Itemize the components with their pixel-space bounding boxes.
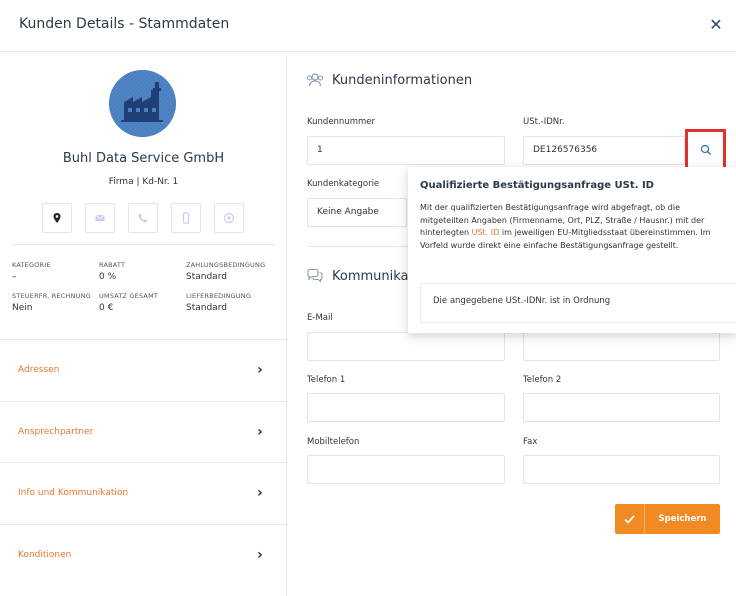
factory-icon [109, 70, 176, 137]
customer-summary-panel: Buhl Data Service GmbH Firma | Kd-Nr. 1 … [0, 53, 287, 596]
ustid-link[interactable]: USt. ID [472, 228, 500, 237]
save-button[interactable]: Speichern [615, 504, 720, 534]
users-icon [306, 72, 324, 88]
stat-kategorie: KATEGORIE – [12, 261, 51, 282]
telefon1-input[interactable] [307, 393, 505, 422]
email-secondary-input[interactable] [523, 332, 720, 361]
chevron-right-icon: › [257, 362, 263, 378]
location-icon[interactable] [42, 203, 72, 233]
kundenkategorie-label: Kundenkategorie [307, 179, 380, 189]
email-icon[interactable] [85, 203, 115, 233]
kundennummer-label: Kundennummer [307, 117, 375, 127]
ustid-label: USt.-IDNr. [523, 117, 565, 127]
nav-item-ansprechpartner[interactable]: Ansprechpartner › [0, 400, 287, 463]
telefon1-label: Telefon 1 [307, 375, 346, 385]
divider [12, 244, 275, 245]
stat-steuerfrei: STEUERFR. RECHNUNG Nein [12, 292, 91, 313]
mobile-icon[interactable] [171, 203, 201, 233]
email-input[interactable] [307, 332, 505, 361]
section-title-kundeninformationen: Kundeninformationen [332, 73, 473, 88]
dialog-header: Kunden Details - Stammdaten ✕ [0, 0, 736, 52]
dialog-title: Kunden Details - Stammdaten [19, 16, 230, 32]
search-icon[interactable] [685, 129, 726, 170]
stat-zahlungsbedingung: ZAHLUNGSBEDINGUNG Standard [186, 261, 266, 282]
nav-item-konditionen[interactable]: Konditionen › [0, 523, 287, 586]
stat-umsatz: UMSATZ GESAMT 0 € [99, 292, 159, 313]
stat-lieferbedingung: LIEFERBEDINGUNG Standard [186, 292, 252, 313]
section-nav: Adressen › Ansprechpartner › Info und Ko… [0, 339, 287, 585]
phone-icon[interactable] [128, 203, 158, 233]
telefon2-input[interactable] [523, 393, 720, 422]
company-name: Buhl Data Service GmbH [62, 151, 225, 166]
divider [307, 246, 408, 247]
fax-label: Fax [523, 437, 538, 447]
kundennummer-input[interactable]: 1 [307, 136, 505, 165]
stat-rabatt: RABATT 0 % [99, 261, 126, 282]
telefon2-label: Telefon 2 [523, 375, 562, 385]
verification-result: Die angegebene USt.-IDNr. ist in Ordnung [420, 283, 736, 323]
popover-title: Qualifizierte Bestätigungsanfrage USt. I… [420, 180, 654, 191]
chevron-right-icon: › [257, 423, 263, 440]
company-subtitle: Firma | Kd-Nr. 1 [108, 177, 179, 187]
section-title-kommunikation: Kommunikat [332, 269, 414, 284]
email-label: E-Mail [307, 313, 333, 323]
contact-action-row [42, 203, 244, 233]
save-label: Speichern [658, 514, 707, 524]
customer-stats: KATEGORIE – RABATT 0 % ZAHLUNGSBEDINGUNG St… [12, 261, 282, 313]
chat-icon [306, 268, 324, 284]
nav-item-adressen[interactable]: Adressen › [0, 339, 287, 401]
close-icon[interactable]: ✕ [707, 16, 725, 34]
kundenkategorie-select[interactable]: Keine Angabe [307, 198, 407, 227]
popover-description: Mit der qualifizierten Bestätigungsanfra… [420, 203, 711, 250]
mobiltelefon-label: Mobiltelefon [307, 437, 360, 447]
web-icon[interactable] [214, 203, 244, 233]
nav-item-info-kommunikation[interactable]: Info und Kommunikation › [0, 462, 287, 524]
fax-input[interactable] [523, 455, 720, 484]
checkmark-icon [615, 504, 645, 534]
chevron-right-icon: › [257, 546, 263, 563]
ustid-input[interactable]: DE126576356 [523, 136, 685, 165]
chevron-right-icon: › [257, 485, 263, 501]
ustid-verification-popover: Qualifizierte Bestätigungsanfrage USt. I… [408, 167, 736, 333]
mobiltelefon-input[interactable] [307, 455, 505, 484]
